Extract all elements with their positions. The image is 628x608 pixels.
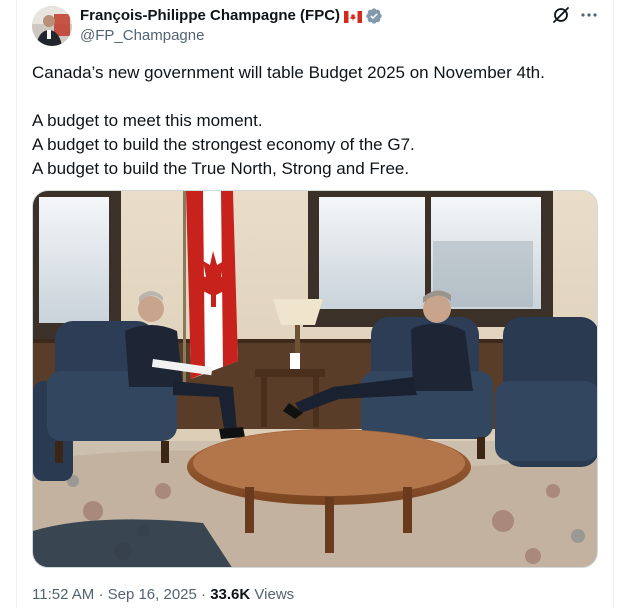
meeting-in-office-photo [33,191,597,567]
views-label: Views [254,586,295,603]
tweet-line: A budget to meet this moment. [32,111,263,130]
tweet-date[interactable]: Sep 16, 2025 [108,586,197,603]
author-avatar[interactable] [32,6,72,46]
canada-flag-icon [344,10,363,23]
tweet-photo[interactable] [32,190,598,568]
tweet-text: Canada’s new government will table Budge… [32,61,592,181]
meta-separator: · [201,586,207,603]
tweet-line: A budget to build the strongest economy … [32,135,415,154]
verified-badge-icon[interactable] [365,7,383,25]
meta-separator: · [98,586,104,603]
tweet-meta: 11:52 AM · Sep 16, 2025 · 33.6K Views [32,585,294,605]
tweet-line: A budget to build the True North, Strong… [32,159,410,178]
more-options-icon [579,5,599,30]
more-options-button[interactable] [578,6,600,28]
tweet-line: Canada’s new government will table Budge… [32,63,545,82]
grok-icon [551,5,571,30]
author-display-name[interactable]: François-Philippe Champagne (FPC) [80,6,340,26]
grok-button[interactable] [550,6,572,28]
author-name-row[interactable]: François-Philippe Champagne (FPC) [80,6,383,26]
views-count: 33.6K [210,586,251,603]
tweet-time[interactable]: 11:52 AM [32,586,94,603]
author-handle[interactable]: @FP_Champagne [80,26,204,46]
